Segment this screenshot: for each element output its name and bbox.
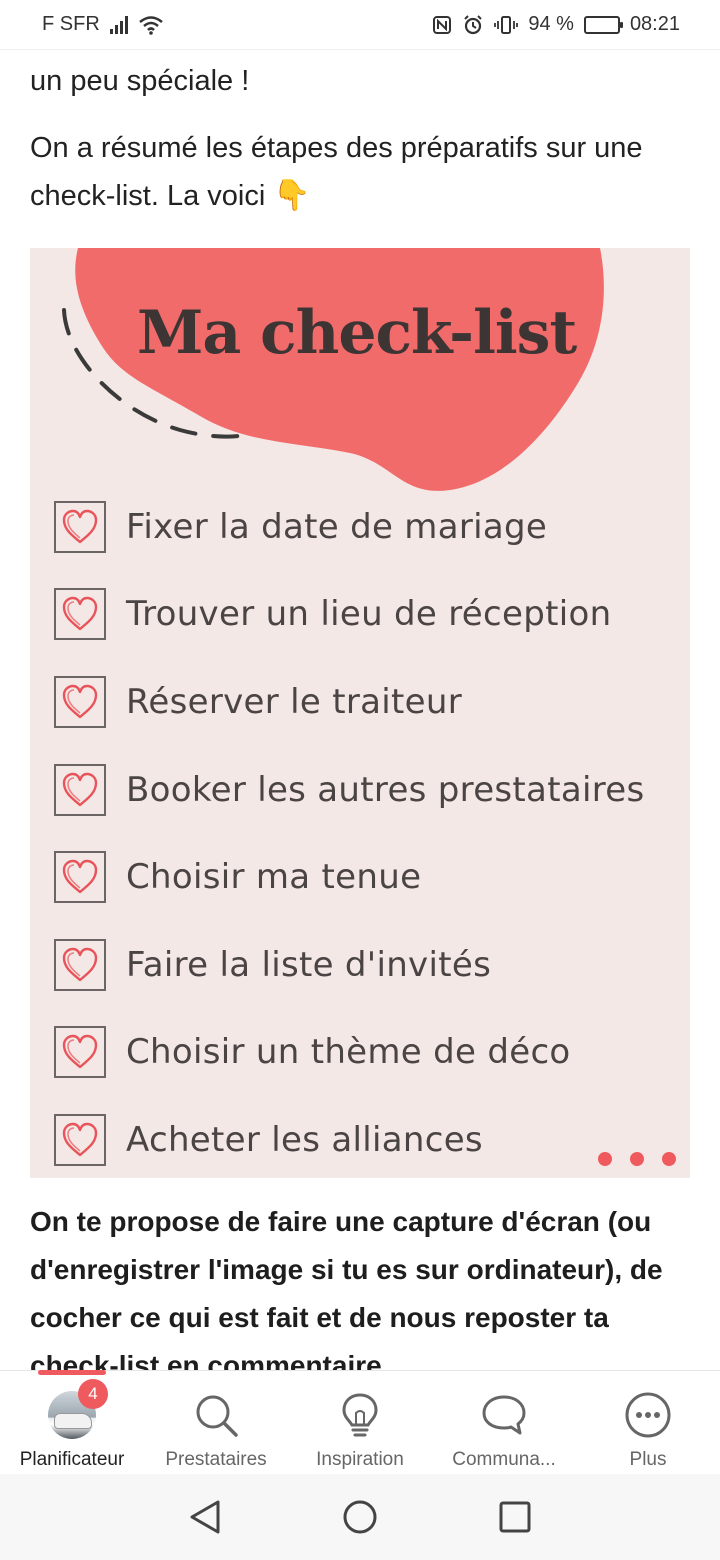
checkbox-icon [54,675,106,728]
status-left: F SFR [42,13,164,36]
heart-icon [62,1122,98,1157]
heart-icon [62,597,98,631]
checklist-item-label: Faire la liste d'invités [126,944,492,985]
checkbox-icon [54,763,106,816]
notification-badge: 4 [78,1379,108,1409]
checkbox-icon [54,1026,106,1079]
bottom-navigation: 4 Planificateur Prestataires Inspiration [0,1370,720,1474]
checklist-item: Booker les autres prestataires [54,746,644,834]
battery-percent: 94 % [528,13,574,35]
back-icon[interactable] [188,1499,222,1535]
checklist-item: Acheter les alliances [54,1096,644,1178]
status-right: 94 % 08:21 [432,13,680,36]
checklist-item: Faire la liste d'invités [54,921,644,1009]
alarm-icon [464,14,483,34]
status-bar: F SFR 94 % 08:21 [0,0,720,50]
nav-label: Communa... [452,1449,556,1470]
pointing-down-icon: 👇 [273,179,311,212]
nav-label: Prestataires [165,1449,267,1470]
checklist-item-label: Choisir ma tenue [126,857,422,898]
checkbox-icon [54,851,106,904]
checklist-items: Fixer la date de mariage Trouver un lieu … [54,483,644,1178]
carousel-indicator[interactable] [598,1152,676,1166]
heart-icon [62,1035,98,1069]
wifi-icon [138,15,163,35]
call-to-action-text: On te propose de faire une capture d'écr… [30,1206,663,1370]
checkbox-icon [54,588,106,641]
battery-icon [583,15,623,34]
checkbox-icon [54,938,106,991]
carrier-label: F SFR [42,13,100,35]
article-content[interactable]: un peu spéciale ! On a résumé les étapes… [0,50,720,1370]
heart-icon [62,859,98,894]
checkbox-icon [54,500,106,553]
dashed-curve-decoration [62,308,247,439]
intro-text: On a résumé les étapes des préparatifs s… [30,132,643,212]
lightbulb-icon [342,1393,378,1437]
checklist-item-label: Fixer la date de mariage [126,506,548,547]
nav-item-inspiration[interactable]: Inspiration [288,1371,432,1474]
active-tab-indicator [38,1370,106,1375]
article-text-fragment: un peu spéciale ! [30,65,250,97]
carousel-dot[interactable] [598,1152,612,1166]
nav-label: Plus [629,1449,667,1470]
article-intro-paragraph: On a résumé les étapes des préparatifs s… [0,125,720,220]
recent-apps-icon[interactable] [498,1500,532,1534]
nav-item-plus[interactable]: Plus [576,1371,720,1474]
heart-icon [62,772,98,806]
carousel-dot[interactable] [630,1152,644,1166]
search-icon [196,1395,238,1437]
checklist-item: Choisir un thème de déco [54,1009,644,1097]
heart-icon [62,684,98,719]
carousel-dot[interactable] [662,1152,676,1166]
checklist-item-label: Acheter les alliances [126,1119,483,1160]
nfc-icon [433,15,452,34]
chat-bubble-icon [482,1395,526,1435]
nav-item-prestataires[interactable]: Prestataires [144,1371,288,1474]
nav-label: Inspiration [316,1449,404,1470]
checkbox-icon [54,1113,106,1166]
heart-icon [62,509,98,543]
heart-icon [62,947,98,981]
system-navigation-bar [0,1474,720,1560]
more-dots-icon [625,1392,671,1438]
checklist-item: Trouver un lieu de réception [54,571,644,659]
checklist-item-label: Choisir un thème de déco [126,1032,571,1073]
nav-item-planificateur[interactable]: 4 Planificateur [0,1371,144,1474]
checklist-item: Choisir ma tenue [54,833,644,921]
checklist-title: Ma check-list [137,298,577,368]
checklist-item: Fixer la date de mariage [54,483,644,571]
checklist-image[interactable]: Ma check-list Fixer la date de mariage Tr… [30,248,690,1178]
checklist-item-label: Trouver un lieu de réception [126,594,612,635]
vibrate-icon [494,15,519,34]
signal-icon [109,15,128,34]
checklist-item-label: Booker les autres prestataires [126,769,645,810]
nav-item-communaute[interactable]: Communa... [432,1371,576,1474]
checklist-item: Réserver le traiteur [54,658,644,746]
clock: 08:21 [629,13,680,35]
home-icon[interactable] [342,1499,378,1535]
nav-label: Planificateur [19,1449,125,1470]
checklist-item-label: Réserver le traiteur [126,681,462,722]
